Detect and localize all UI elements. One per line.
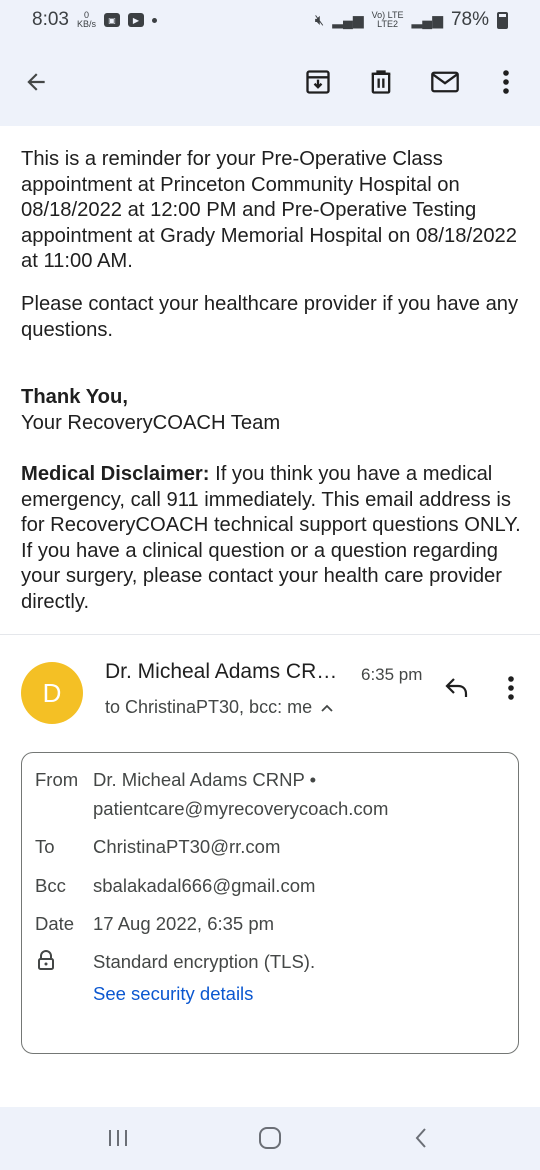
battery-percent: 78% <box>450 9 489 30</box>
thank-you-text: Thank You, <box>21 386 128 408</box>
mark-unread-button[interactable] <box>423 60 467 104</box>
trash-icon <box>371 70 391 94</box>
bcc-value: sbalakadal666@gmail.com <box>93 875 316 896</box>
divider <box>0 634 540 635</box>
back-nav-button[interactable] <box>401 1123 441 1153</box>
from-name: Dr. Micheal Adams CRNP • <box>93 769 317 790</box>
home-button[interactable] <box>250 1123 290 1153</box>
encryption-text: Standard encryption (TLS). <box>93 951 316 972</box>
status-bar: 8:03 0 KB/s ▣ ▶ 🔇︎ ▂▄▆ Vo) LTE LTE2 ▂▄▆ … <box>0 0 540 40</box>
from-value: Dr. Micheal Adams CRNP • patientcare@myr… <box>93 765 388 823</box>
network-speed: 0 KB/s <box>77 11 96 29</box>
reply-icon <box>445 678 468 697</box>
message-more-button[interactable] <box>489 666 533 710</box>
more-notifications-icon <box>152 17 157 23</box>
lock-icon <box>37 950 55 975</box>
archive-icon <box>306 70 330 94</box>
sender-name: Dr. Micheal Adams CRNP <box>105 660 345 683</box>
more-vertical-icon <box>503 70 509 94</box>
status-right: 🔇︎ ▂▄▆ Vo) LTE LTE2 ▂▄▆ 78% <box>315 9 508 31</box>
recent-apps-button[interactable] <box>98 1123 138 1153</box>
chevron-up-icon <box>321 704 333 712</box>
signature: Thank You, Your RecoveryCOACH Team <box>21 385 521 436</box>
from-email: patientcare@myrecoverycoach.com <box>93 798 389 819</box>
network-label-bottom: LTE2 <box>377 19 398 29</box>
date-value: 17 Aug 2022, 6:35 pm <box>93 913 275 934</box>
recent-apps-icon <box>109 1130 127 1146</box>
recipients-summary: to ChristinaPT30, bcc: me <box>105 697 313 717</box>
team-text: Your RecoveryCOACH Team <box>21 411 281 434</box>
message-details-card: From Dr. Micheal Adams CRNP • patientcar… <box>21 752 519 1054</box>
message-time: 6:35 pm <box>361 665 423 684</box>
message-paragraph-2: Please contact your healthcare provider … <box>21 293 519 341</box>
status-left: 8:03 0 KB/s ▣ ▶ <box>32 9 157 31</box>
network-type: Vo) LTE LTE2 <box>372 11 404 29</box>
date-label: Date <box>35 913 75 934</box>
to-value: ChristinaPT30@rr.com <box>93 836 281 857</box>
bcc-label: Bcc <box>35 875 66 896</box>
battery-icon <box>497 11 508 29</box>
avatar[interactable]: D <box>21 662 83 724</box>
disclaimer-label: Medical Disclaimer: <box>21 463 210 485</box>
more-options-button[interactable] <box>484 60 528 104</box>
medical-disclaimer: Medical Disclaimer: If you think you hav… <box>21 462 521 615</box>
disclaimer-text: If you think you have a medical emergenc… <box>21 463 521 613</box>
to-label: To <box>35 836 55 857</box>
security-details-link[interactable]: See security details <box>93 979 253 1008</box>
gallery-icon: ▣ <box>104 13 120 27</box>
mute-icon: 🔇︎ <box>314 11 325 29</box>
back-button[interactable] <box>14 60 58 104</box>
status-time: 8:03 <box>32 9 69 30</box>
home-icon <box>259 1127 281 1149</box>
arrow-left-icon <box>27 73 45 91</box>
delete-button[interactable] <box>359 60 403 104</box>
message-paragraph-1: This is a reminder for your Pre-Operativ… <box>21 148 518 272</box>
more-vertical-icon <box>508 676 514 700</box>
chevron-left-icon <box>415 1128 426 1148</box>
recipients-toggle[interactable]: to ChristinaPT30, bcc: me <box>105 697 334 718</box>
reply-button[interactable] <box>435 666 479 710</box>
top-app-bar <box>0 40 540 126</box>
from-label: From <box>35 769 79 790</box>
signal-icon-2: ▂▄▆ <box>411 11 443 28</box>
youtube-icon: ▶ <box>128 13 144 27</box>
archive-button[interactable] <box>296 60 340 104</box>
avatar-letter: D <box>42 677 62 708</box>
speed-unit: KB/s <box>76 19 96 29</box>
signal-icon: ▂▄▆ <box>332 11 364 28</box>
system-nav-bar <box>0 1107 540 1170</box>
mail-icon <box>431 71 459 93</box>
